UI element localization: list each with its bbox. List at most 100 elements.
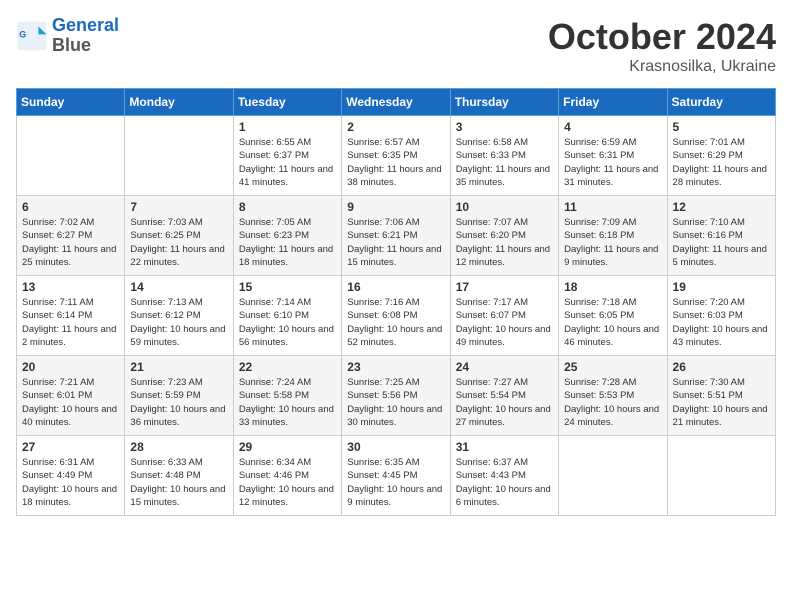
day-number: 19 (673, 280, 770, 294)
day-number: 13 (22, 280, 119, 294)
day-info: Sunrise: 7:03 AMSunset: 6:25 PMDaylight:… (130, 216, 227, 269)
day-number: 6 (22, 200, 119, 214)
calendar-week-row: 1 Sunrise: 6:55 AMSunset: 6:37 PMDaylight… (17, 116, 776, 196)
calendar-cell: 24 Sunrise: 7:27 AMSunset: 5:54 PMDayligh… (450, 356, 558, 436)
calendar-cell: 19Sunrise: 7:20 AMSunset: 6:03 PMDayligh… (667, 276, 775, 356)
calendar-cell: 18 Sunrise: 7:18 AMSunset: 6:05 PMDayligh… (559, 276, 667, 356)
day-info: Sunrise: 7:25 AMSunset: 5:56 PMDaylight:… (347, 376, 444, 429)
calendar-cell: 12 Sunrise: 7:10 AMSunset: 6:16 PMDayligh… (667, 196, 775, 276)
day-info: Sunrise: 7:27 AMSunset: 5:54 PMDaylight:… (456, 376, 553, 429)
calendar-cell: 2 Sunrise: 6:57 AMSunset: 6:35 PMDaylight… (342, 116, 450, 196)
calendar-cell: 28Sunrise: 6:33 AMSunset: 4:48 PMDayligh… (125, 436, 233, 516)
day-info: Sunrise: 7:16 AMSunset: 6:08 PMDaylight:… (347, 296, 444, 349)
calendar-cell: 30Sunrise: 6:35 AMSunset: 4:45 PMDayligh… (342, 436, 450, 516)
calendar-cell: 20Sunrise: 7:21 AMSunset: 6:01 PMDayligh… (17, 356, 125, 436)
calendar-cell: 22Sunrise: 7:24 AMSunset: 5:58 PMDayligh… (233, 356, 341, 436)
day-number: 17 (456, 280, 553, 294)
day-info: Sunrise: 7:30 AMSunset: 5:51 PMDaylight:… (673, 376, 770, 429)
day-number: 10 (456, 200, 553, 214)
day-info: Sunrise: 7:14 AMSunset: 6:10 PMDaylight:… (239, 296, 336, 349)
day-number: 18 (564, 280, 661, 294)
day-info: Sunrise: 7:10 AMSunset: 6:16 PMDaylight:… (673, 216, 770, 269)
calendar-cell: 25 Sunrise: 7:28 AMSunset: 5:53 PMDayligh… (559, 356, 667, 436)
day-info: Sunrise: 7:09 AMSunset: 6:18 PMDaylight:… (564, 216, 661, 269)
calendar-cell: 16Sunrise: 7:16 AMSunset: 6:08 PMDayligh… (342, 276, 450, 356)
calendar-cell (559, 436, 667, 516)
day-number: 11 (564, 200, 661, 214)
day-info: Sunrise: 6:59 AMSunset: 6:31 PMDaylight:… (564, 136, 661, 189)
calendar-cell: 11 Sunrise: 7:09 AMSunset: 6:18 PMDayligh… (559, 196, 667, 276)
calendar-week-row: 20Sunrise: 7:21 AMSunset: 6:01 PMDayligh… (17, 356, 776, 436)
calendar-cell: 10Sunrise: 7:07 AMSunset: 6:20 PMDayligh… (450, 196, 558, 276)
weekday-header-monday: Monday (125, 89, 233, 116)
calendar-cell: 8 Sunrise: 7:05 AMSunset: 6:23 PMDaylight… (233, 196, 341, 276)
calendar-table: SundayMondayTuesdayWednesdayThursdayFrid… (16, 88, 776, 516)
day-number: 24 (456, 360, 553, 374)
weekday-header-wednesday: Wednesday (342, 89, 450, 116)
day-number: 1 (239, 120, 336, 134)
day-number: 25 (564, 360, 661, 374)
day-number: 3 (456, 120, 553, 134)
weekday-header-sunday: Sunday (17, 89, 125, 116)
day-info: Sunrise: 7:06 AMSunset: 6:21 PMDaylight:… (347, 216, 444, 269)
day-number: 8 (239, 200, 336, 214)
calendar-cell: 7 Sunrise: 7:03 AMSunset: 6:25 PMDaylight… (125, 196, 233, 276)
page-header: G General Blue October 2024 Krasnosilka,… (16, 16, 776, 76)
logo-icon: G (16, 20, 48, 52)
day-info: Sunrise: 7:05 AMSunset: 6:23 PMDaylight:… (239, 216, 336, 269)
day-info: Sunrise: 7:17 AMSunset: 6:07 PMDaylight:… (456, 296, 553, 349)
day-number: 23 (347, 360, 444, 374)
day-info: Sunrise: 6:57 AMSunset: 6:35 PMDaylight:… (347, 136, 444, 189)
title-block: October 2024 Krasnosilka, Ukraine (548, 16, 776, 76)
day-info: Sunrise: 7:02 AMSunset: 6:27 PMDaylight:… (22, 216, 119, 269)
calendar-cell: 17 Sunrise: 7:17 AMSunset: 6:07 PMDayligh… (450, 276, 558, 356)
calendar-header-row: SundayMondayTuesdayWednesdayThursdayFrid… (17, 89, 776, 116)
day-info: Sunrise: 6:31 AMSunset: 4:49 PMDaylight:… (22, 456, 119, 509)
day-number: 31 (456, 440, 553, 454)
weekday-header-friday: Friday (559, 89, 667, 116)
calendar-week-row: 13 Sunrise: 7:11 AMSunset: 6:14 PMDayligh… (17, 276, 776, 356)
calendar-cell: 14 Sunrise: 7:13 AMSunset: 6:12 PMDayligh… (125, 276, 233, 356)
day-info: Sunrise: 7:01 AMSunset: 6:29 PMDaylight:… (673, 136, 770, 189)
calendar-cell: 27 Sunrise: 6:31 AMSunset: 4:49 PMDayligh… (17, 436, 125, 516)
day-info: Sunrise: 7:28 AMSunset: 5:53 PMDaylight:… (564, 376, 661, 429)
day-info: Sunrise: 6:58 AMSunset: 6:33 PMDaylight:… (456, 136, 553, 189)
weekday-header-saturday: Saturday (667, 89, 775, 116)
day-info: Sunrise: 7:13 AMSunset: 6:12 PMDaylight:… (130, 296, 227, 349)
day-number: 4 (564, 120, 661, 134)
day-number: 9 (347, 200, 444, 214)
day-number: 12 (673, 200, 770, 214)
day-number: 2 (347, 120, 444, 134)
day-number: 26 (673, 360, 770, 374)
day-info: Sunrise: 6:55 AMSunset: 6:37 PMDaylight:… (239, 136, 336, 189)
day-info: Sunrise: 7:18 AMSunset: 6:05 PMDaylight:… (564, 296, 661, 349)
calendar-cell: 4 Sunrise: 6:59 AMSunset: 6:31 PMDaylight… (559, 116, 667, 196)
day-info: Sunrise: 7:23 AMSunset: 5:59 PMDaylight:… (130, 376, 227, 429)
calendar-cell (17, 116, 125, 196)
calendar-cell: 21 Sunrise: 7:23 AMSunset: 5:59 PMDayligh… (125, 356, 233, 436)
day-number: 14 (130, 280, 227, 294)
day-number: 20 (22, 360, 119, 374)
day-number: 7 (130, 200, 227, 214)
calendar-cell: 6 Sunrise: 7:02 AMSunset: 6:27 PMDaylight… (17, 196, 125, 276)
day-info: Sunrise: 7:11 AMSunset: 6:14 PMDaylight:… (22, 296, 119, 349)
calendar-cell: 26 Sunrise: 7:30 AMSunset: 5:51 PMDayligh… (667, 356, 775, 436)
calendar-cell: 9 Sunrise: 7:06 AMSunset: 6:21 PMDaylight… (342, 196, 450, 276)
weekday-header-tuesday: Tuesday (233, 89, 341, 116)
day-number: 21 (130, 360, 227, 374)
calendar-cell (667, 436, 775, 516)
day-number: 29 (239, 440, 336, 454)
calendar-cell: 23 Sunrise: 7:25 AMSunset: 5:56 PMDayligh… (342, 356, 450, 436)
day-info: Sunrise: 7:24 AMSunset: 5:58 PMDaylight:… (239, 376, 336, 429)
day-info: Sunrise: 6:37 AMSunset: 4:43 PMDaylight:… (456, 456, 553, 509)
calendar-cell: 3 Sunrise: 6:58 AMSunset: 6:33 PMDaylight… (450, 116, 558, 196)
calendar-week-row: 6 Sunrise: 7:02 AMSunset: 6:27 PMDaylight… (17, 196, 776, 276)
logo: G General Blue (16, 16, 119, 56)
location-subtitle: Krasnosilka, Ukraine (548, 58, 776, 76)
day-number: 15 (239, 280, 336, 294)
calendar-cell: 29Sunrise: 6:34 AMSunset: 4:46 PMDayligh… (233, 436, 341, 516)
day-number: 5 (673, 120, 770, 134)
calendar-cell: 5 Sunrise: 7:01 AMSunset: 6:29 PMDaylight… (667, 116, 775, 196)
month-title: October 2024 (548, 16, 776, 58)
day-number: 27 (22, 440, 119, 454)
